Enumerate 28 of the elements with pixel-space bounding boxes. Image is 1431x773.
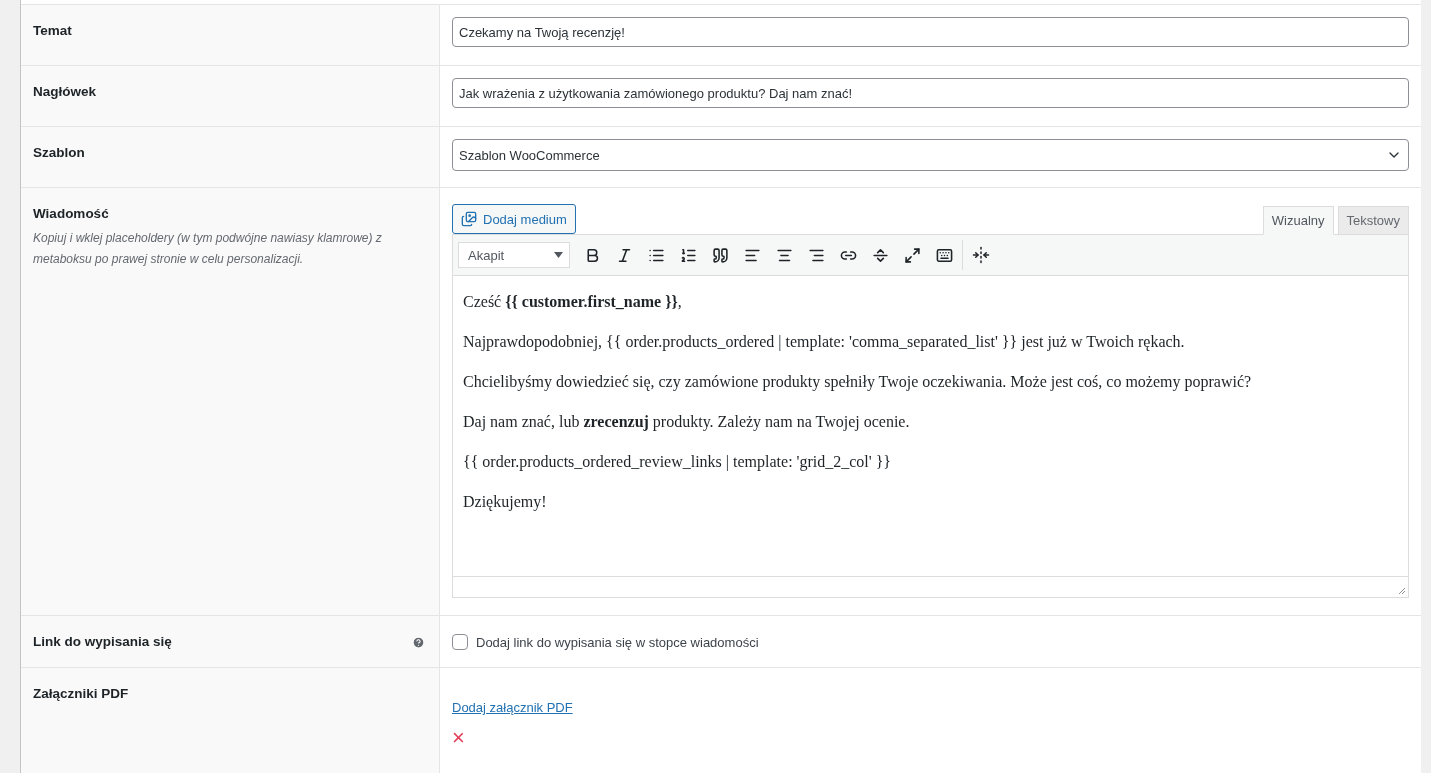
message-paragraph: {{ order.products_ordered_review_links | template: 'grid_2_col' }} <box>463 452 893 472</box>
editor-tab[interactable]: Wizualny <box>1262 206 1334 235</box>
field-label: Link do wypisania się <box>33 634 172 649</box>
checkbox[interactable] <box>452 634 468 650</box>
text-field[interactable]: Jak wrażenia z użytkowania zamówionego produktu? Daj nam znać! <box>452 78 1409 108</box>
message-paragraph: Dziękujemy! <box>463 492 548 512</box>
field-label: Nagłówek <box>33 84 97 99</box>
message-paragraph: Cześć {{ customer.first_name }}, <box>463 292 683 312</box>
message-paragraph: Najprawdopodobniej, {{ order.products_ordered | template: 'comma_separated_list' }} jest już w Twoich rękach. <box>463 332 1186 352</box>
remove-button[interactable]: × <box>452 728 465 748</box>
add-pdf-link[interactable]: Dodaj załącznik PDF <box>452 700 573 715</box>
help-icon[interactable] <box>412 636 425 649</box>
add-media-button[interactable]: Dodaj medium <box>452 204 576 234</box>
media-icon <box>461 211 477 227</box>
caret-icon <box>554 252 563 258</box>
message-paragraph: Chcielibyśmy dowiedzieć się, czy zamówione produkty spełniły Twoje oczekiwania. Może jest coś, co możemy poprawić? <box>463 372 1253 392</box>
field-label: Temat <box>33 23 72 38</box>
field-label: Załączniki PDF <box>33 686 129 701</box>
message-paragraph: Daj nam znać, lub zrecenzuj produkty. Zależy nam na Twojej ocenie. <box>463 412 911 432</box>
field-label: Wiadomość <box>33 206 109 221</box>
template-select[interactable]: Szablon WooCommerce <box>452 139 1409 171</box>
field-description: Kopiuj i wklej placeholdery (w tym podwójne nawiasy klamrowe) z metaboksu po prawej stronie w celu personalizacji. <box>33 230 383 268</box>
checkbox-label: Dodaj link do wypisania się w stopce wiadomości <box>476 634 759 650</box>
format-select[interactable]: Akapit <box>458 242 570 268</box>
resize-handle-icon[interactable] <box>1398 587 1406 595</box>
field-label: Szablon <box>33 145 85 160</box>
editor-tab[interactable]: Tekstowy <box>1337 206 1409 235</box>
text-field[interactable]: Czekamy na Twoją recenzję! <box>452 17 1409 47</box>
